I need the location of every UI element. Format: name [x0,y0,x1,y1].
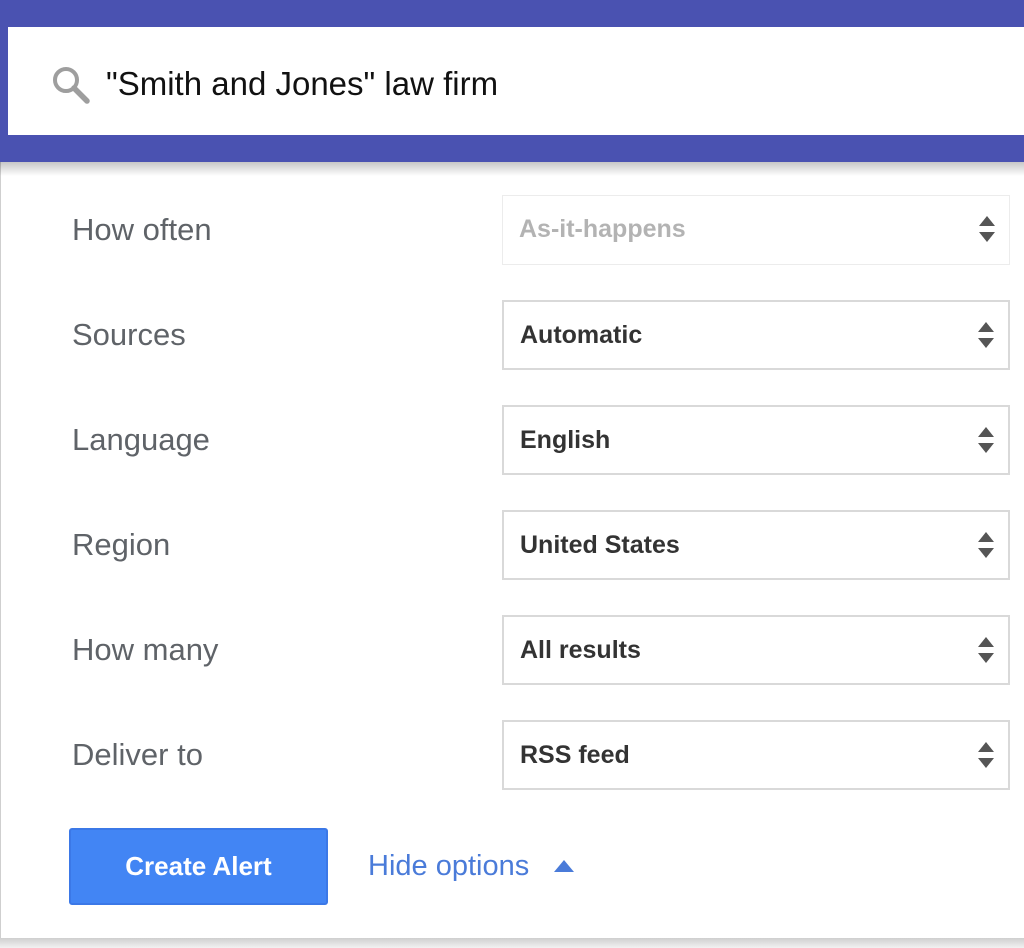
how-often-select: As-it-happens [502,195,1010,265]
up-down-arrows-icon [978,322,994,348]
language-label: Language [72,422,210,457]
caret-up-icon[interactable] [553,859,575,873]
up-down-arrows-icon [978,427,994,453]
up-down-arrows-icon [979,216,995,242]
sources-select[interactable]: Automatic [502,300,1010,370]
how-many-label: How many [72,632,219,667]
how-often-value: As-it-happens [519,215,686,243]
deliver-to-value: RSS feed [520,741,630,769]
region-select[interactable]: United States [502,510,1010,580]
option-row-how-many: How many All results [0,615,1024,685]
option-row-deliver-to: Deliver to RSS feed [0,720,1024,790]
region-label: Region [72,527,171,562]
how-many-value: All results [520,636,641,664]
option-row-region: Region United States [0,510,1024,580]
up-down-arrows-icon [978,532,994,558]
deliver-to-select[interactable]: RSS feed [502,720,1010,790]
region-value: United States [520,531,680,559]
panel-bottom-edge [0,938,1024,948]
up-down-arrows-icon [978,637,994,663]
option-row-how-often: How often As-it-happens [0,195,1024,265]
sources-value: Automatic [520,321,643,349]
sources-label: Sources [72,317,186,352]
up-down-arrows-icon [978,742,994,768]
how-often-label: How often [72,212,212,247]
create-alert-button[interactable]: Create Alert [69,828,328,905]
option-row-sources: Sources Automatic [0,300,1024,370]
hide-options-link[interactable]: Hide options [368,843,529,889]
how-many-select[interactable]: All results [502,615,1010,685]
search-query-text[interactable]: "Smith and Jones" law firm [106,62,498,106]
header-shadow [0,162,1024,176]
search-icon [53,67,90,104]
deliver-to-label: Deliver to [72,737,203,772]
option-row-language: Language English [0,405,1024,475]
language-value: English [520,426,611,454]
language-select[interactable]: English [502,405,1010,475]
